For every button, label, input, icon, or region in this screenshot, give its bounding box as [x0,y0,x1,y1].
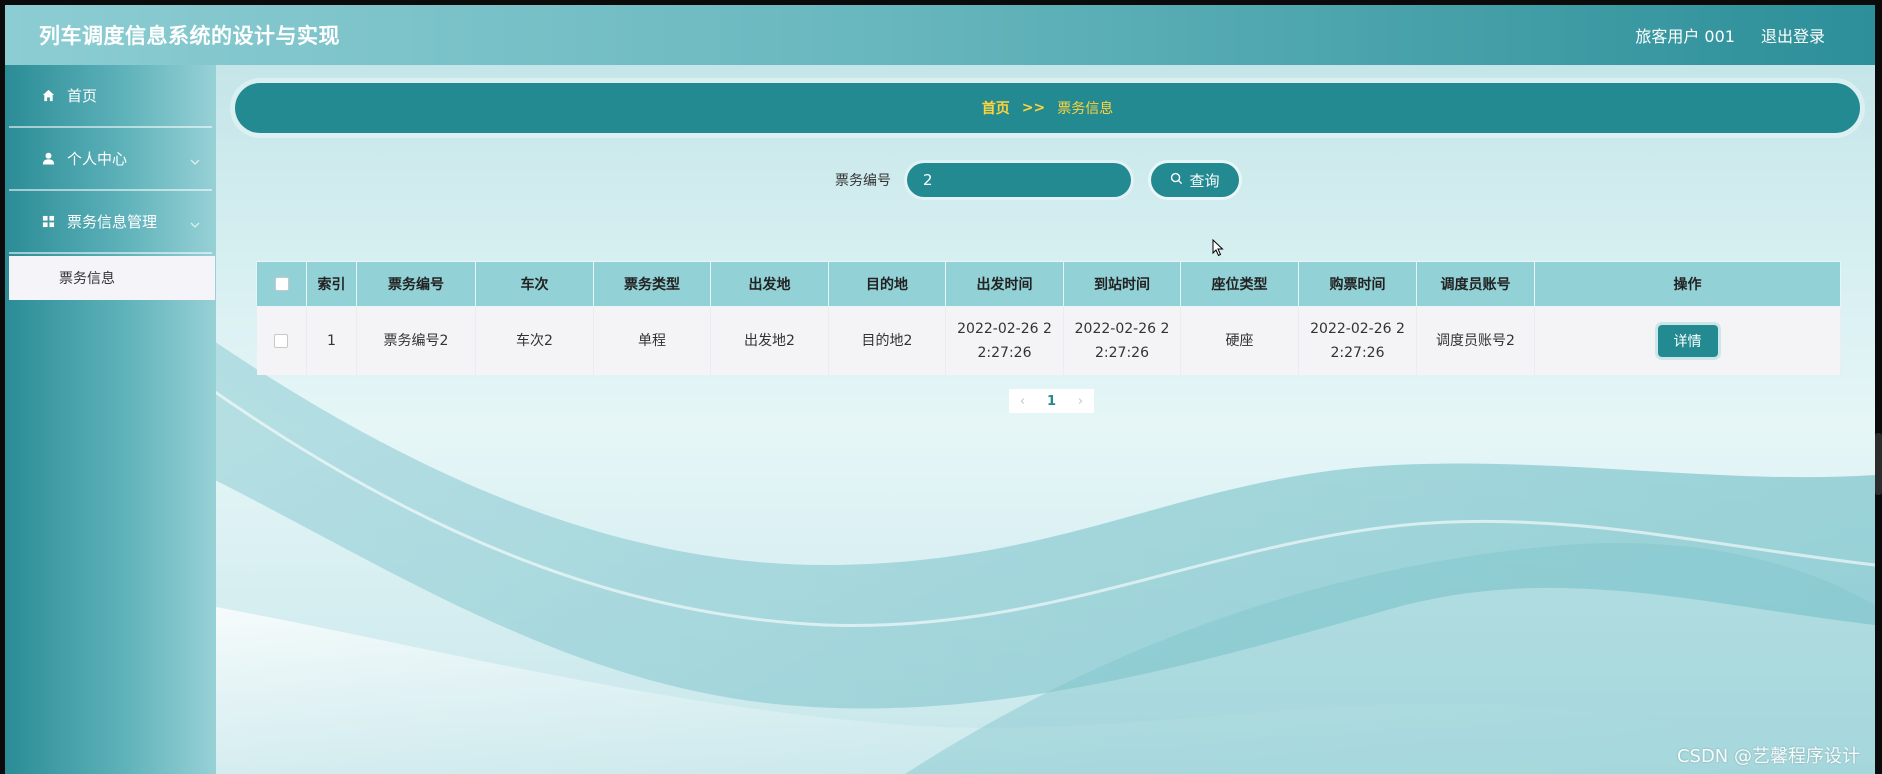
search-input[interactable] [907,163,1131,197]
cell-arrive-time: 2022-02-26 2 2:27:26 [1063,306,1181,375]
row-select-cell [256,306,307,375]
cell-train-no: 车次2 [475,306,594,375]
search-label: 票务编号 [835,173,891,189]
page-number-button[interactable]: 1 [1047,394,1056,409]
select-all-checkbox[interactable] [274,277,289,291]
breadcrumb-home-link[interactable]: 首页 [982,98,1010,118]
user-icon [39,150,57,168]
column-header: 索引 [306,261,357,307]
row-checkbox[interactable] [274,333,289,348]
watermark: CSDN @艺馨程序设计 [1676,746,1860,767]
sidebar-item-label: 个人中心 [67,150,128,168]
column-header: 票务类型 [593,261,711,307]
chevron-down-icon [190,215,200,233]
breadcrumb-current: 票务信息 [1057,101,1114,117]
cell-dispatcher: 调度员账号2 [1416,306,1535,375]
column-header: 出发时间 [945,261,1064,307]
cell-destination: 目的地2 [828,306,946,375]
cell-index: 1 [306,306,357,375]
table-header-row: 索引 票务编号 车次 票务类型 出发地 目的地 出发时间 到站时间 座位类型 购… [256,261,1841,307]
cell-ticket-type: 单程 [593,306,711,375]
cell-purchase-time: 2022-02-26 2 2:27:26 [1298,306,1417,375]
column-header: 操作 [1534,261,1841,307]
detail-button[interactable]: 详情 [1657,324,1718,357]
column-header: 票务编号 [356,261,476,307]
ticket-table: 索引 票务编号 车次 票务类型 出发地 目的地 出发时间 到站时间 座位类型 购… [256,261,1841,375]
current-user-label: 旅客用户 001 [1635,27,1735,46]
cell-departure: 出发地2 [710,306,829,375]
select-all-header [256,261,307,307]
search-icon [1170,171,1183,189]
scrollbar-handle[interactable] [1875,433,1882,495]
sidebar: 首页 个人中心 票务信息管理 票务信息 [5,65,216,774]
search-button-label: 查询 [1189,171,1220,190]
cell-seat-type: 硬座 [1180,306,1299,375]
logout-link[interactable]: 退出登录 [1761,23,1825,47]
breadcrumb-separator: >> [1021,100,1046,116]
next-page-button[interactable]: › [1078,394,1083,409]
column-header: 座位类型 [1180,261,1299,307]
column-header: 调度员账号 [1416,261,1535,307]
prev-page-button[interactable]: ‹ [1020,394,1025,409]
search-bar: 票务编号 查询 [835,161,1239,199]
chevron-down-icon [190,152,200,170]
cell-actions: 详情 [1534,306,1841,375]
search-button[interactable]: 查询 [1151,163,1239,197]
table-row[interactable]: 1 票务编号2 车次2 单程 出发地2 目的地2 2022-02-26 2 2:… [256,306,1841,375]
pagination: ‹ 1 › [1009,389,1094,413]
sidebar-item-ticket-management[interactable]: 票务信息管理 [9,191,212,254]
home-icon [39,87,57,105]
sidebar-item-personal-center[interactable]: 个人中心 [9,128,212,191]
mouse-cursor-icon [1212,238,1224,261]
top-header: 列车调度信息系统的设计与实现 旅客用户 001 退出登录 [5,5,1875,65]
app-window: 列车调度信息系统的设计与实现 旅客用户 001 退出登录 首页 个人中心 票务信… [5,5,1875,774]
sidebar-subitem-ticket-info[interactable]: 票务信息 [9,256,215,300]
sidebar-item-home[interactable]: 首页 [9,65,212,128]
grid-icon [39,213,57,231]
app-title: 列车调度信息系统的设计与实现 [39,24,340,48]
column-header: 出发地 [710,261,829,307]
column-header: 车次 [475,261,594,307]
breadcrumb: 首页 >> 票务信息 [235,83,1860,133]
cell-ticket-no: 票务编号2 [356,306,476,375]
sidebar-item-label: 首页 [67,87,98,105]
sidebar-item-label: 票务信息管理 [67,213,158,231]
column-header: 目的地 [828,261,946,307]
header-actions: 旅客用户 001 退出登录 [1635,23,1825,47]
cell-depart-time: 2022-02-26 2 2:27:26 [945,306,1064,375]
column-header: 到站时间 [1063,261,1181,307]
column-header: 购票时间 [1298,261,1417,307]
